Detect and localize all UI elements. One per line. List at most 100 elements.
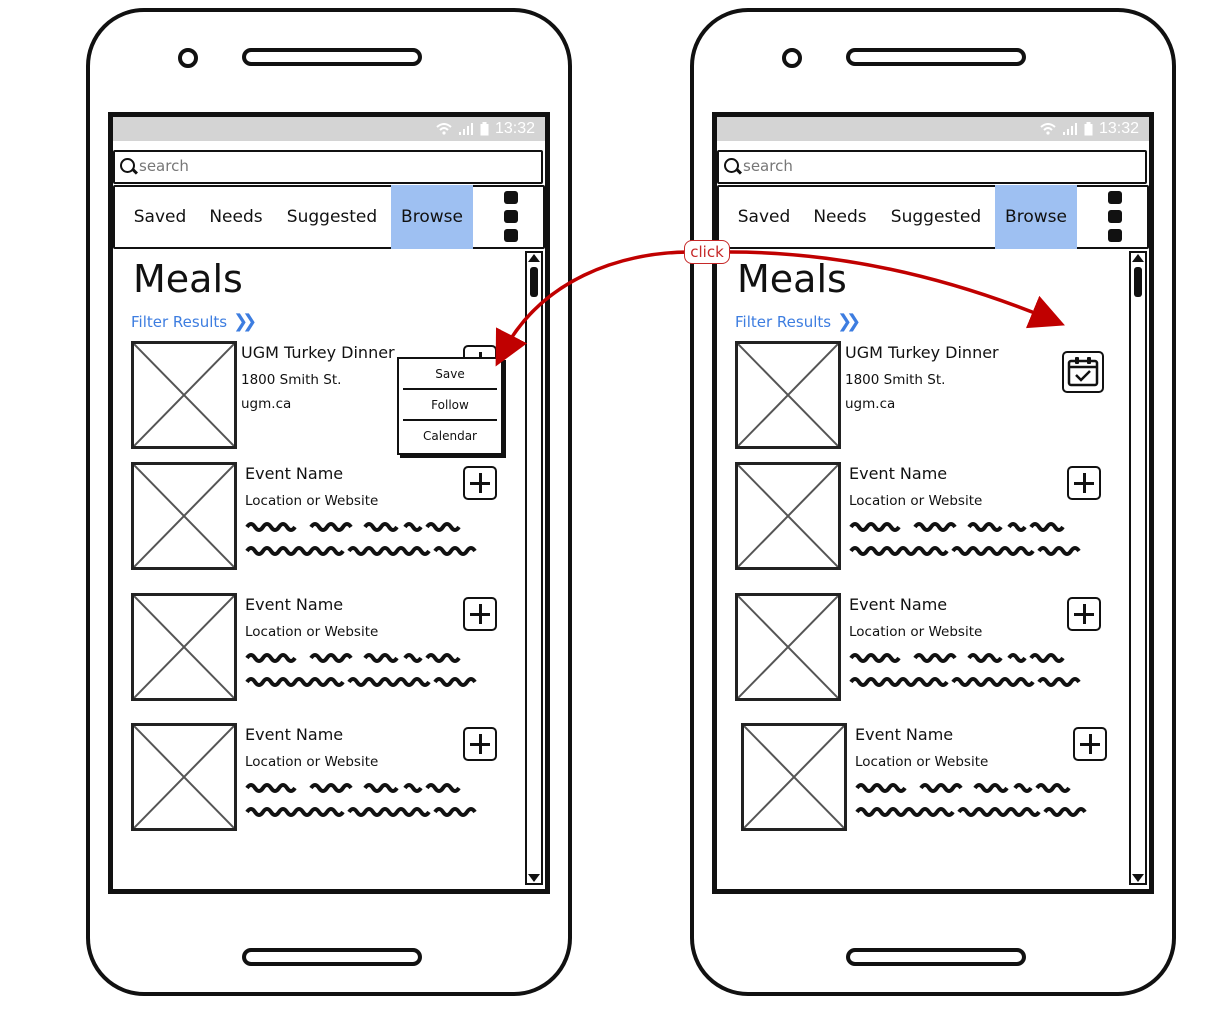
image-placeholder	[741, 723, 847, 831]
placeholder-text-scribble	[245, 783, 461, 793]
filter-results-label: Filter Results	[735, 313, 832, 331]
card-title: Event Name	[849, 595, 948, 614]
card-title: Event Name	[245, 595, 344, 614]
menu-item-save[interactable]: Save	[399, 359, 501, 389]
event-card[interactable]: Event Name Location or Website	[131, 593, 501, 705]
tab-browse[interactable]: Browse	[391, 185, 473, 249]
add-button[interactable]	[463, 466, 497, 500]
event-card[interactable]: Event Name Location or Website	[735, 462, 1105, 574]
placeholder-text-scribble	[245, 546, 477, 556]
event-card[interactable]: Event Name Location or Website	[131, 462, 501, 574]
card-title: Event Name	[849, 464, 948, 483]
menu-item-follow[interactable]: Follow	[399, 390, 501, 420]
event-card[interactable]: Event Name Location or Website	[741, 723, 1111, 835]
page-title: Meals	[737, 257, 847, 301]
card-website: ugm.ca	[241, 396, 292, 412]
placeholder-text-scribble	[245, 677, 477, 687]
add-button[interactable]	[463, 597, 497, 631]
battery-icon	[1084, 122, 1093, 136]
camera-icon	[782, 48, 802, 68]
home-button[interactable]	[242, 948, 422, 966]
page-title: Meals	[133, 257, 243, 301]
image-placeholder	[735, 462, 841, 570]
status-bar: 13:32	[113, 117, 545, 141]
event-card[interactable]: UGM Turkey Dinner 1800 Smith St. ugm.ca	[735, 341, 1105, 453]
placeholder-text-scribble	[855, 807, 1087, 817]
add-button[interactable]	[1073, 727, 1107, 761]
speaker-slot	[242, 48, 422, 66]
status-time: 13:32	[1098, 120, 1139, 137]
placeholder-text-scribble	[849, 653, 1065, 663]
tab-saved[interactable]: Saved	[729, 187, 799, 247]
status-time: 13:32	[494, 120, 535, 137]
double-chevron-right-icon: ❯❯	[837, 311, 861, 332]
content-area: Meals Filter Results ❯❯ UGM Turkey Dinner…	[113, 249, 545, 889]
card-title: Event Name	[245, 725, 344, 744]
tab-bar: Saved Needs Suggested Browse	[113, 185, 545, 249]
overflow-menu-icon[interactable]	[503, 191, 519, 243]
tab-browse[interactable]: Browse	[995, 185, 1077, 249]
tab-bar: Saved Needs Suggested Browse	[717, 185, 1149, 249]
card-location: Location or Website	[855, 754, 989, 770]
image-placeholder	[131, 593, 237, 701]
search-input[interactable]	[743, 156, 1123, 176]
card-address: 1800 Smith St.	[241, 372, 342, 388]
phone-body: 13:32 Saved Needs Suggested Browse	[86, 8, 572, 996]
content-area: Meals Filter Results ❯❯ UGM Turkey Dinner…	[717, 249, 1149, 889]
wifi-icon	[436, 123, 452, 135]
placeholder-text-scribble	[245, 653, 461, 663]
card-location: Location or Website	[245, 624, 379, 640]
phone-mockup-before: 13:32 Saved Needs Suggested Browse	[86, 8, 572, 996]
calendar-check-icon[interactable]	[1062, 351, 1104, 393]
phone-mockup-after: 13:32 Saved Needs Suggested Browse	[690, 8, 1176, 996]
tab-needs[interactable]: Needs	[805, 187, 875, 247]
image-placeholder	[131, 462, 237, 570]
image-placeholder	[131, 341, 237, 449]
event-card[interactable]: Event Name Location or Website	[131, 723, 501, 835]
image-placeholder	[131, 723, 237, 831]
add-button[interactable]	[1067, 597, 1101, 631]
tab-suggested[interactable]: Suggested	[277, 187, 387, 247]
filter-results-link[interactable]: Filter Results ❯❯	[131, 311, 257, 332]
card-title: Event Name	[245, 464, 344, 483]
overflow-menu-icon[interactable]	[1107, 191, 1123, 243]
signal-icon	[458, 123, 473, 135]
status-bar: 13:32	[717, 117, 1149, 141]
add-options-menu: Save Follow Calendar	[397, 357, 503, 455]
card-location: Location or Website	[849, 624, 983, 640]
menu-item-calendar[interactable]: Calendar	[399, 421, 501, 451]
card-title: UGM Turkey Dinner	[845, 343, 999, 362]
search-icon	[120, 158, 135, 173]
event-card[interactable]: Event Name Location or Website	[735, 593, 1105, 705]
card-location: Location or Website	[245, 754, 379, 770]
image-placeholder	[735, 593, 841, 701]
filter-results-link[interactable]: Filter Results ❯❯	[735, 311, 861, 332]
placeholder-text-scribble	[245, 522, 461, 532]
placeholder-text-scribble	[855, 783, 1071, 793]
camera-icon	[178, 48, 198, 68]
double-chevron-right-icon: ❯❯	[233, 311, 257, 332]
add-button[interactable]	[1067, 466, 1101, 500]
search-icon	[724, 158, 739, 173]
tab-saved[interactable]: Saved	[125, 187, 195, 247]
signal-icon	[1062, 123, 1077, 135]
phone-screen: 13:32 Saved Needs Suggested Browse	[712, 112, 1154, 894]
search-bar[interactable]	[113, 150, 543, 184]
add-button[interactable]	[463, 727, 497, 761]
card-location: Location or Website	[849, 493, 983, 509]
home-button[interactable]	[846, 948, 1026, 966]
card-location: Location or Website	[245, 493, 379, 509]
tab-suggested[interactable]: Suggested	[881, 187, 991, 247]
tab-needs[interactable]: Needs	[201, 187, 271, 247]
speaker-slot	[846, 48, 1026, 66]
click-annotation-label: click	[684, 240, 730, 264]
battery-icon	[480, 122, 489, 136]
search-bar[interactable]	[717, 150, 1147, 184]
search-input[interactable]	[139, 156, 519, 176]
phone-screen: 13:32 Saved Needs Suggested Browse	[108, 112, 550, 894]
card-website: ugm.ca	[845, 396, 896, 412]
card-title: UGM Turkey Dinner	[241, 343, 395, 362]
card-address: 1800 Smith St.	[845, 372, 946, 388]
placeholder-text-scribble	[849, 546, 1081, 556]
placeholder-text-scribble	[245, 807, 477, 817]
